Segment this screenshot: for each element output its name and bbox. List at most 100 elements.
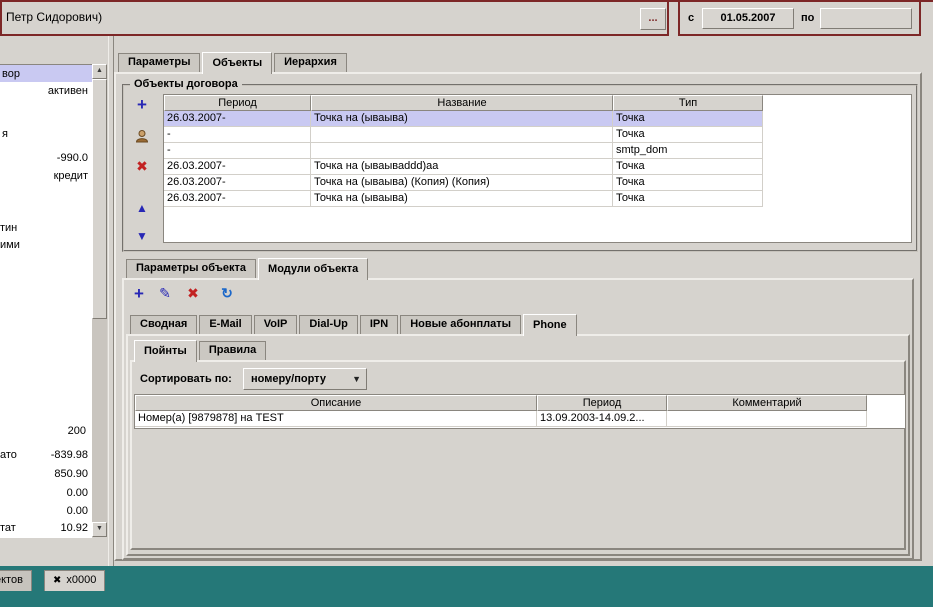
tree-item[interactable]: тат [0,521,16,535]
chevron-down-icon: ▼ [352,369,361,389]
cell[interactable] [667,411,867,427]
tab-rules[interactable]: Правила [199,341,266,360]
module-edit-icon[interactable]: ✎ [156,285,174,303]
tab-object-modules[interactable]: Модули объекта [258,258,368,280]
objects-groupbox-title: Объекты договора [130,78,242,90]
tree-value[interactable]: активен [48,84,88,98]
tab-ierarhia[interactable]: Иерархия [274,53,347,72]
col-nazvanie[interactable]: Название [311,95,613,111]
cell[interactable]: Точка на (ываыва) [311,111,613,127]
module-delete-icon[interactable]: ✖ [184,285,202,303]
tab-obekty[interactable]: Объекты [202,52,272,74]
sidebar-scrollbar[interactable]: ▲ ▼ [92,64,107,537]
tree-value[interactable]: 0.00 [67,504,88,518]
close-icon[interactable]: ✖ [53,575,61,586]
tab-svodnaya[interactable]: Сводная [130,315,197,334]
cell[interactable]: - [164,143,311,159]
cell[interactable]: Точка на (ываыва) [311,191,613,207]
cell[interactable]: Точка [613,159,763,175]
col-period2[interactable]: Период [537,395,667,411]
bottom-tab-contract-label: x0000 [66,574,96,586]
period-from-field[interactable]: 01.05.2007 [702,8,794,29]
tree-value[interactable]: 10.92 [60,521,88,535]
refresh-icon[interactable]: ↻ [218,285,236,303]
bottom-tab-contract[interactable]: ✖ x0000 [44,570,105,591]
period-to-field[interactable] [820,8,912,29]
table-row[interactable]: - Точка [164,127,911,143]
contract-header-panel: Петр Сидорович) ... [0,0,669,36]
tab-dialup[interactable]: Dial-Up [299,315,358,334]
bottom-tab-search-label: ектов [0,574,23,586]
cell[interactable]: Точка [613,175,763,191]
tree-value[interactable]: 200 [68,424,86,438]
col-opisanie[interactable]: Описание [135,395,537,411]
cell[interactable]: 26.03.2007- [164,111,311,127]
tab-ipn[interactable]: IPN [360,315,398,334]
cell[interactable]: 26.03.2007- [164,191,311,207]
tree-item[interactable]: ими [0,238,20,252]
tab-email[interactable]: E-Mail [199,315,251,334]
table-row[interactable]: 26.03.2007- Точка на (ываыва) Точка [164,111,911,127]
cell[interactable] [311,127,613,143]
sort-label: Сортировать по: [140,373,232,385]
sort-combobox-value: номеру/порту [251,373,326,385]
move-down-icon[interactable]: ▼ [133,228,151,246]
tree-value[interactable]: -990.0 [57,151,88,165]
sort-combobox[interactable]: номеру/порту ▼ [243,368,367,390]
cell[interactable]: 26.03.2007- [164,159,311,175]
tab-new-abon[interactable]: Новые абонплаты [400,315,521,334]
move-up-icon[interactable]: ▲ [133,200,151,218]
tree-item[interactable]: тин [0,221,17,235]
bottom-tab-search[interactable]: ектов [0,570,32,591]
tab-voip[interactable]: VoIP [254,315,298,334]
col-tip[interactable]: Тип [613,95,763,111]
cell[interactable]: Номер(а) [9879878] на TEST [135,411,537,427]
cell[interactable] [311,143,613,159]
tab-object-params[interactable]: Параметры объекта [126,259,256,278]
tree-item[interactable]: вор [2,67,20,81]
table-row[interactable]: 26.03.2007- Точка на (ываыва) Точка [164,191,911,207]
table-row[interactable]: 26.03.2007- Точка на (ываываddd)aa Точка [164,159,911,175]
object-tabs: Параметры объекта Модули объекта [126,258,368,278]
app-window: Петр Сидорович) ... с 01.05.2007 по вор … [0,0,933,607]
scroll-thumb[interactable] [92,79,107,319]
tree-value[interactable]: 850.90 [54,467,88,481]
person-icon[interactable] [133,128,151,146]
cell[interactable]: 26.03.2007- [164,175,311,191]
points-table-viewport: Описание Период Комментарий Номер(а) [98… [134,394,906,429]
module-tabs: Сводная E-Mail VoIP Dial-Up IPN Новые аб… [130,314,577,334]
scroll-down-icon: ▼ [96,525,103,532]
scroll-down-button[interactable]: ▼ [92,522,107,537]
cell[interactable]: Точка на (ываываddd)aa [311,159,613,175]
tree-value[interactable]: 0.00 [67,486,88,500]
table-row[interactable]: 26.03.2007- Точка на (ываыва) (Копия) (К… [164,175,911,191]
col-period[interactable]: Период [164,95,311,111]
tab-phone[interactable]: Phone [523,314,577,336]
tree-value[interactable]: кредит [54,169,88,183]
tab-parametry[interactable]: Параметры [118,53,200,72]
col-comment[interactable]: Комментарий [667,395,867,411]
cell[interactable]: - [164,127,311,143]
delete-object-icon[interactable]: ✖ [133,158,151,176]
contract-client-name: Петр Сидорович) [6,10,102,24]
add-object-icon[interactable]: + [133,96,151,114]
bottom-bar: ектов ✖ x0000 [0,566,933,607]
tree-item[interactable]: ато [0,448,17,462]
period-from-label: с [688,12,694,24]
tab-points[interactable]: Пойнты [134,340,197,362]
cell[interactable]: Точка [613,127,763,143]
tree-item[interactable]: я [2,127,8,141]
cell[interactable]: Точка на (ываыва) (Копия) (Копия) [311,175,613,191]
cell[interactable]: Точка [613,191,763,207]
tree-selected-row[interactable]: вор [0,65,92,82]
cell[interactable]: 13.09.2003-14.09.2... [537,411,667,427]
cell[interactable]: Точка [613,111,763,127]
table-row[interactable]: Номер(а) [9879878] на TEST 13.09.2003-14… [135,411,905,427]
scroll-up-button[interactable]: ▲ [92,64,107,79]
table-row[interactable]: - smtp_dom [164,143,911,159]
period-header-panel: с 01.05.2007 по [678,0,921,36]
cell[interactable]: smtp_dom [613,143,763,159]
tree-value[interactable]: -839.98 [51,448,88,462]
more-button[interactable]: ... [640,8,666,30]
module-add-icon[interactable]: + [130,285,148,303]
